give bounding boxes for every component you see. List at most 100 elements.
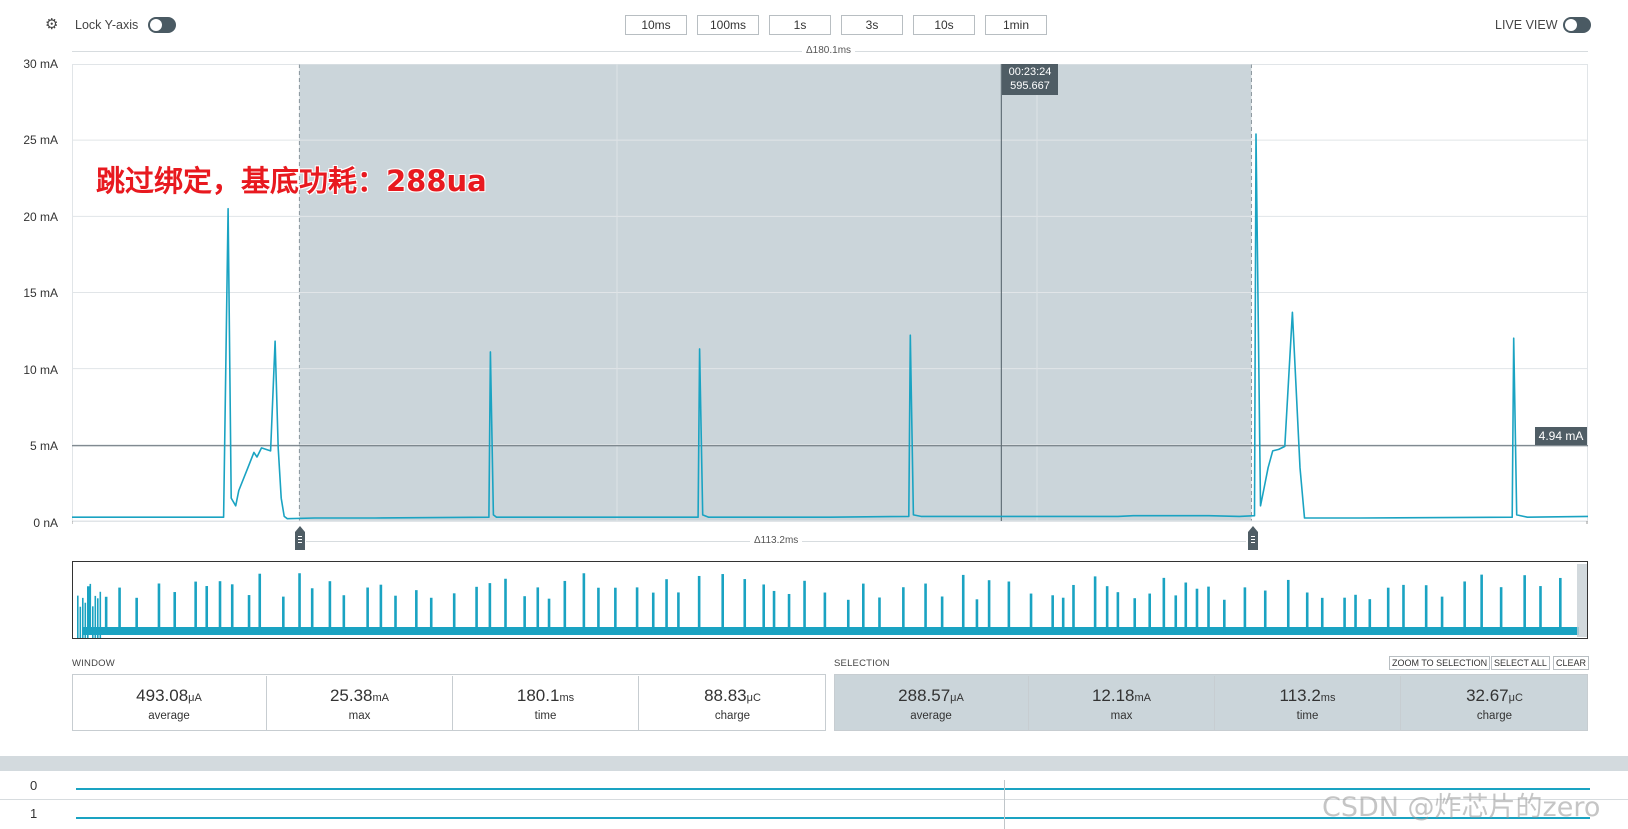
- stat-number: 493.08: [136, 686, 189, 705]
- minimap-spike: [651, 592, 655, 635]
- window-stat-average: 493.08μA average: [72, 676, 266, 730]
- window-stat-time: 180.1ms time: [452, 676, 638, 730]
- stat-number: 288.57: [898, 686, 951, 705]
- minimap-spike: [77, 595, 79, 638]
- minimap-spike: [1354, 594, 1357, 635]
- minimap-spike: [536, 587, 540, 635]
- zoom-3s-button[interactable]: 3s: [841, 15, 903, 35]
- cursor-value: 595.667: [1010, 80, 1050, 92]
- selection-stat-time: 113.2ms time: [1214, 676, 1400, 730]
- stat-value: 113.2ms: [1215, 686, 1400, 706]
- minimap-spike: [394, 595, 397, 635]
- selection-stat-max: 12.18mA max: [1028, 676, 1214, 730]
- minimap-spike: [987, 580, 991, 635]
- minimap-spike: [614, 587, 617, 635]
- live-view-label: LIVE VIEW: [1495, 18, 1558, 32]
- select-all-button[interactable]: SELECT ALL: [1491, 656, 1550, 670]
- y-tick-label: 5 mA: [29, 439, 58, 453]
- lock-y-axis-label: Lock Y-axis: [75, 18, 139, 32]
- stat-number: 113.2: [1279, 686, 1321, 705]
- minimap-spike: [328, 581, 332, 635]
- minimap-spike: [1061, 597, 1065, 635]
- stat-value: 32.67μC: [1401, 686, 1588, 706]
- minimap-spike: [247, 595, 251, 635]
- minimap-spike: [1093, 576, 1097, 635]
- stat-unit: ms: [1320, 692, 1336, 704]
- window-stat-charge: 88.83μC charge: [638, 676, 826, 730]
- minimap-spike: [310, 588, 314, 635]
- minimap-spike: [429, 597, 433, 635]
- minimap-spike: [82, 597, 84, 638]
- window-stats-label: WINDOW: [72, 658, 115, 669]
- selection-stat-charge: 32.67μC charge: [1400, 676, 1588, 730]
- minimap-spike: [1133, 598, 1137, 635]
- stat-caption: average: [910, 710, 952, 722]
- minimap-spike: [452, 593, 456, 635]
- minimap-spike: [1343, 597, 1346, 635]
- digital-channels-header: [0, 756, 1628, 771]
- minimap-spike: [1286, 579, 1290, 635]
- minimap-spike: [862, 583, 865, 635]
- y-tick-label: 0 nA: [33, 516, 58, 530]
- overview-minimap[interactable]: [72, 561, 1588, 639]
- zoom-10s-button[interactable]: 10s: [913, 15, 975, 35]
- minimap-spike: [1223, 599, 1226, 635]
- zoom-10ms-button[interactable]: 10ms: [625, 15, 687, 35]
- minimap-spike: [665, 579, 668, 635]
- minimap-spike: [1184, 582, 1188, 635]
- lock-y-axis-toggle[interactable]: [148, 17, 176, 33]
- cursor-flag: 00:23:24 595.667: [1002, 64, 1058, 95]
- zoom-to-selection-button[interactable]: ZOOM TO SELECTION: [1389, 656, 1491, 670]
- minimap-spike: [1051, 595, 1054, 635]
- zoom-100ms-button[interactable]: 100ms: [697, 15, 759, 35]
- minimap-spike: [846, 599, 850, 635]
- minimap-spike: [1320, 597, 1324, 635]
- minimap-spike: [97, 598, 99, 638]
- minimap-spike: [697, 575, 701, 635]
- zoom-1min-button[interactable]: 1min: [985, 15, 1047, 35]
- minimap-spike: [1243, 587, 1247, 635]
- stat-value: 88.83μC: [639, 686, 826, 706]
- minimap-spike: [582, 573, 586, 635]
- stat-unit: mA: [372, 692, 390, 704]
- selection-start-handle[interactable]: [295, 526, 305, 550]
- window-stat-max: 25.38mA max: [266, 676, 452, 730]
- zoom-1s-button[interactable]: 1s: [769, 15, 831, 35]
- minimap-spike: [194, 581, 197, 635]
- minimap-spike: [1162, 577, 1166, 635]
- minimap-spike: [563, 580, 567, 635]
- minimap-spike: [94, 595, 97, 638]
- live-view-toggle[interactable]: [1563, 17, 1591, 33]
- minimap-spike: [157, 583, 161, 635]
- minimap-spike: [743, 579, 747, 635]
- minimap-spike: [205, 586, 209, 635]
- y-tick-label: 25 mA: [23, 133, 58, 147]
- minimap-spike: [488, 583, 492, 635]
- minimap-spike: [118, 587, 121, 635]
- stat-value: 493.08μA: [72, 686, 266, 706]
- minimap-spike: [1559, 577, 1562, 635]
- annotation-text: 跳过绑定，基底功耗：288ua: [96, 164, 487, 198]
- selection-end-handle[interactable]: [1248, 526, 1258, 550]
- minimap-spike: [1029, 593, 1033, 635]
- stat-unit: μA: [188, 692, 202, 704]
- gear-icon[interactable]: ⚙: [45, 17, 59, 32]
- stat-number: 32.67: [1466, 686, 1509, 705]
- clear-selection-button[interactable]: CLEAR: [1553, 656, 1590, 670]
- minimap-spike: [92, 606, 94, 638]
- selection-stats-label: SELECTION: [834, 658, 890, 669]
- minimap-spike: [1072, 584, 1075, 635]
- minimap-spike: [1368, 599, 1372, 635]
- minimap-spike: [298, 573, 301, 635]
- level-marker[interactable]: 4.94 mA: [1535, 427, 1587, 445]
- stat-number: 12.18: [1091, 686, 1135, 705]
- minimap-spike: [342, 595, 346, 635]
- minimap-spike: [823, 592, 827, 635]
- current-chart[interactable]: [72, 64, 1588, 524]
- minimap-spike: [1007, 581, 1011, 635]
- stat-caption: average: [148, 710, 190, 722]
- y-tick-label: 20 mA: [23, 210, 58, 224]
- minimap-spike: [878, 597, 881, 635]
- minimap-spike: [1174, 595, 1178, 635]
- minimap-spike: [597, 587, 600, 635]
